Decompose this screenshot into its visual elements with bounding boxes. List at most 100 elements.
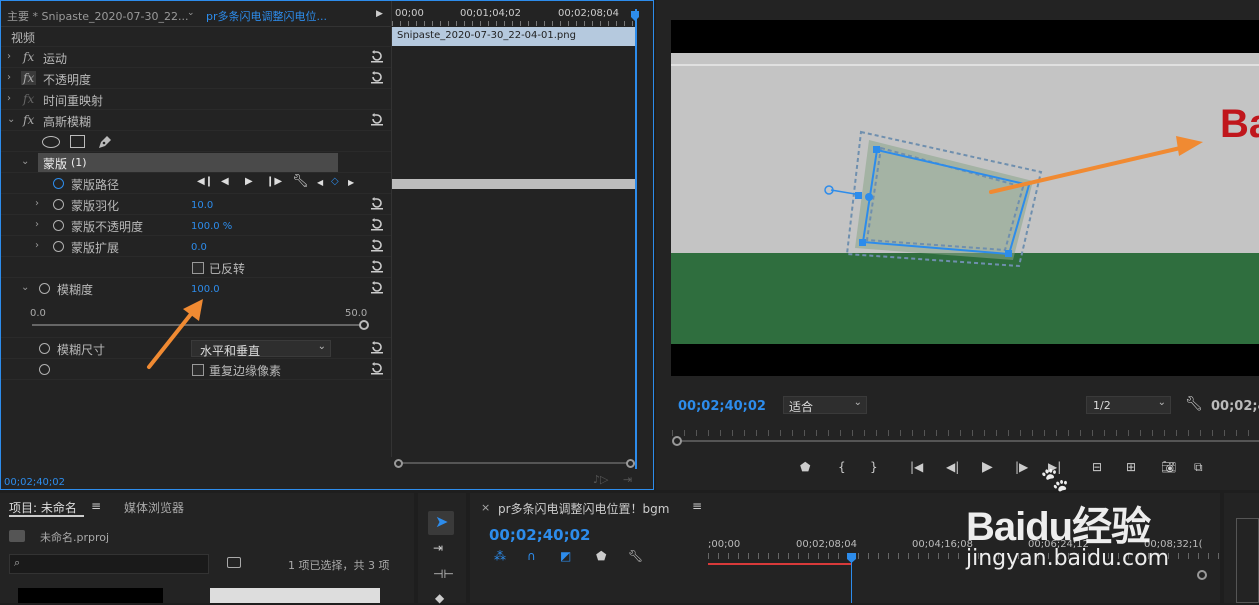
reset-icon[interactable] (370, 71, 384, 84)
resolution-dropdown[interactable]: 1/2 ⌄ (1086, 396, 1171, 414)
stopwatch-icon[interactable] (53, 220, 64, 231)
effect-row-opacity[interactable]: › fx 不透明度 (1, 68, 391, 89)
stopwatch-icon[interactable] (53, 241, 64, 252)
chevron-right-icon[interactable]: › (7, 72, 11, 83)
reset-icon[interactable] (370, 362, 384, 375)
chevron-down-icon[interactable]: ⌄ (7, 114, 15, 125)
timeline-scroll-handle[interactable] (1197, 570, 1207, 580)
mask-expansion-row[interactable]: › 蒙版扩展 0.0 (1, 236, 391, 257)
fit-dropdown[interactable]: 适合 ⌄ (783, 396, 867, 414)
hamburger-menu-icon[interactable]: ≡ (692, 499, 702, 513)
step-back-icon[interactable]: ◀| (946, 460, 959, 474)
next-keyframe-icon[interactable]: ▶ (348, 178, 354, 187)
fx-icon[interactable]: fx (23, 50, 34, 64)
stopwatch-icon[interactable] (53, 178, 64, 189)
nest-icon[interactable]: ⁂ (494, 549, 506, 563)
chevron-right-icon[interactable]: › (35, 219, 39, 230)
reset-icon[interactable] (370, 341, 384, 354)
timeline-ruler[interactable]: ;00;00 00;02;08;04 00;04;16;08 00;06;24;… (708, 537, 1220, 567)
mask-row[interactable]: ⌄ 蒙版 (1) (1, 152, 391, 173)
stopwatch-icon[interactable] (39, 283, 50, 294)
mask-expansion-value[interactable]: 0.0 (191, 242, 207, 253)
add-marker-icon[interactable]: ⬟ (800, 460, 810, 474)
chevron-right-icon[interactable]: › (35, 198, 39, 209)
go-to-in-icon[interactable]: |◀ (910, 460, 923, 474)
chevron-right-icon[interactable]: › (35, 240, 39, 251)
pen-mask-icon[interactable] (97, 134, 113, 150)
play-icon[interactable]: ▶ (982, 459, 993, 475)
step-forward-icon[interactable]: |▶ (1015, 460, 1028, 474)
mask-feather-value[interactable]: 10.0 (191, 200, 213, 211)
export-frame-icon[interactable]: 📷︎ (1161, 460, 1176, 474)
program-scrubber[interactable] (672, 426, 1259, 446)
ec-timecode[interactable]: 00;02;40;02 (4, 477, 65, 488)
chevron-down-icon[interactable]: ⌄ (21, 282, 29, 293)
linked-selection-icon[interactable]: ◩ (560, 549, 571, 563)
thumbnail[interactable] (18, 588, 163, 603)
chevron-down-icon[interactable]: ⌄ (187, 8, 195, 18)
stopwatch-icon[interactable] (53, 199, 64, 210)
video-frame[interactable]: Ba (671, 20, 1259, 376)
play-only-icon[interactable]: ▶ (376, 9, 383, 19)
reset-icon[interactable] (370, 218, 384, 231)
reset-icon[interactable] (370, 50, 384, 63)
new-bin-icon[interactable] (227, 557, 241, 568)
selection-tool[interactable]: ➤ (428, 511, 454, 535)
hamburger-menu-icon[interactable]: ≡ (91, 499, 101, 513)
add-marker-icon[interactable]: ⬟ (596, 549, 606, 563)
mask-feather-row[interactable]: › 蒙版羽化 10.0 (1, 194, 391, 215)
sequence-tab[interactable]: pr多条闪电调整闪电位置！bgm (498, 500, 669, 517)
audio-play-icon[interactable]: ♪▷ (593, 473, 608, 486)
mask-overlay[interactable] (671, 20, 1259, 376)
program-timecode[interactable]: 00;02;40;02 (678, 399, 766, 414)
stopwatch-icon[interactable] (39, 343, 50, 354)
track-back-one-icon[interactable]: ◀ (221, 176, 229, 187)
mask-opacity-value[interactable]: 100.0 % (191, 221, 232, 232)
snap-magnet-icon[interactable]: ∩ (527, 549, 536, 563)
reset-icon[interactable] (370, 239, 384, 252)
sequence-clip-tab[interactable]: pr多条闪电调整闪电位... (206, 8, 327, 24)
mark-in-icon[interactable]: { (838, 460, 846, 474)
ellipse-mask-icon[interactable] (42, 136, 60, 148)
wrench-icon[interactable]: 🔧︎ (1185, 396, 1203, 412)
reset-icon[interactable] (370, 197, 384, 210)
lift-icon[interactable]: ⊟ (1092, 460, 1102, 474)
fx-icon[interactable]: fx (21, 71, 37, 85)
search-input[interactable]: ⌕ (9, 554, 209, 574)
chevron-right-icon[interactable]: › (7, 93, 11, 104)
reset-icon[interactable] (370, 281, 384, 294)
prev-keyframe-icon[interactable]: ◀ (317, 178, 323, 187)
chevron-right-icon[interactable]: › (7, 51, 11, 62)
go-to-out-icon[interactable]: ▶| (1048, 460, 1061, 474)
slider-thumb[interactable] (359, 320, 369, 330)
ec-time-ruler[interactable]: 00;00 00;01;04;02 00;02;08;04 (391, 1, 638, 26)
rectangle-mask-icon[interactable] (70, 135, 85, 148)
track-backward-icon[interactable]: ◀❙ (197, 176, 213, 187)
ec-playhead[interactable] (635, 9, 637, 469)
reset-icon[interactable] (370, 260, 384, 273)
effect-row-time-remap[interactable]: › fx 时间重映射 (1, 89, 391, 110)
blurriness-value[interactable]: 100.0 (191, 284, 220, 295)
mask-path-row[interactable]: 蒙版路径 ◀❙ ◀ ▶ ❙▶ 🔧︎ ◀ ◇ ▶ (1, 173, 391, 194)
work-area-bar[interactable] (708, 563, 852, 565)
mask-path-keyframe-track[interactable] (392, 179, 637, 189)
mask-opacity-row[interactable]: › 蒙版不透明度 100.0 % (1, 215, 391, 236)
fx-icon[interactable]: fx (23, 113, 34, 127)
ec-scrollbar[interactable] (394, 459, 636, 468)
inverted-checkbox[interactable] (192, 262, 204, 274)
mark-out-icon[interactable]: } (870, 460, 878, 474)
effect-row-motion[interactable]: › fx 运动 (1, 47, 391, 68)
timeline-timecode[interactable]: 00;02;40;02 (489, 526, 591, 544)
add-keyframe-icon[interactable]: ◇ (331, 176, 339, 187)
track-select-icon[interactable]: ⇥ (433, 541, 443, 555)
close-icon[interactable]: × (481, 501, 490, 514)
extract-icon[interactable]: ⊞ (1126, 460, 1136, 474)
chevron-down-icon[interactable]: ⌄ (21, 156, 29, 167)
track-forward-one-icon[interactable]: ▶ (245, 176, 253, 187)
ripple-edit-icon[interactable]: ⊣⊢ (433, 567, 454, 581)
track-forward-icon[interactable]: ❙▶ (266, 176, 282, 187)
stopwatch-icon[interactable] (39, 364, 50, 375)
tab-media-browser[interactable]: 媒体浏览器 (124, 499, 184, 516)
comparison-view-icon[interactable]: ⧉ (1194, 460, 1203, 475)
master-clip-tab[interactable]: 主要 * Snipaste_2020-07-30_22... (7, 8, 188, 24)
